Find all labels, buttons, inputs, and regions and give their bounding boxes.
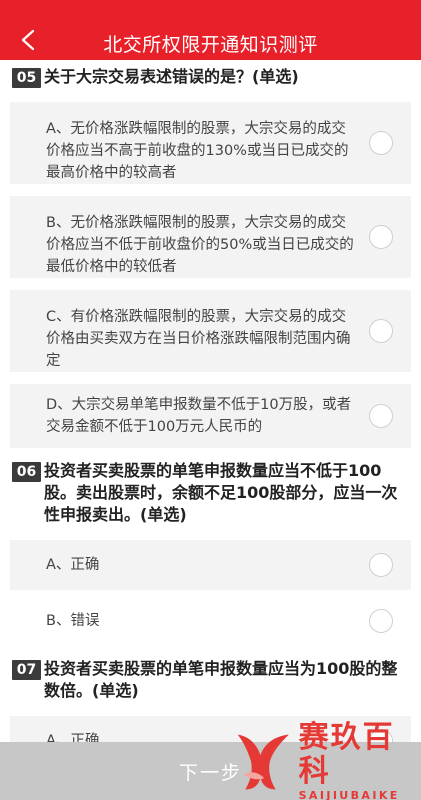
question-number: 06 xyxy=(12,462,41,482)
option-label: C、有价格涨跌幅限制的股票，大宗交易的成交价格由买卖双方在当日价格涨跌幅限制范围… xyxy=(46,309,351,369)
option-05-b[interactable]: B、无价格涨跌幅限制的股票，大宗交易的成交价格应当不低于前收盘价的50%或当日已… xyxy=(10,196,411,278)
radio-button[interactable] xyxy=(369,553,393,577)
page-title: 北交所权限开通知识测评 xyxy=(103,34,318,56)
question-05: 05 关于大宗交易表述错误的是？(单选) xyxy=(0,62,421,88)
watermark-en: SAIJIUBAIKE xyxy=(298,788,400,800)
option-06-a[interactable]: A、正确 xyxy=(10,540,411,590)
option-05-a[interactable]: A、无价格涨跌幅限制的股票，大宗交易的成交价格应当不高于前收盘的130%或当日已… xyxy=(10,102,411,184)
option-05-c[interactable]: C、有价格涨跌幅限制的股票，大宗交易的成交价格由买卖双方在当日价格涨跌幅限制范围… xyxy=(10,290,411,372)
option-label: A、正确 xyxy=(46,557,100,573)
radio-button[interactable] xyxy=(369,319,393,343)
watermark: 赛玖百科 SAIJIUBAIKE xyxy=(232,719,420,800)
question-number: 05 xyxy=(12,68,41,88)
option-05-d[interactable]: D、大宗交易单笔申报数量不低于10万股，或者交易金额不低于100万元人民币的 xyxy=(10,384,411,448)
question-text: 关于大宗交易表述错误的是？(单选) xyxy=(44,67,299,86)
question-text: 投资者买卖股票的单笔申报数量应当不低于100股。卖出股票时，余额不足100股部分… xyxy=(44,461,398,524)
radio-button[interactable] xyxy=(369,225,393,249)
header-bar: 北交所权限开通知识测评 xyxy=(0,0,421,60)
option-label: B、错误 xyxy=(46,613,100,629)
question-number: 07 xyxy=(12,660,41,680)
option-label: B、无价格涨跌幅限制的股票，大宗交易的成交价格应当不低于前收盘价的50%或当日已… xyxy=(46,215,354,275)
whale-tail-logo-icon xyxy=(237,734,289,790)
option-label: A、无价格涨跌幅限制的股票，大宗交易的成交价格应当不高于前收盘的130%或当日已… xyxy=(46,121,349,181)
watermark-cn: 赛玖百科 xyxy=(298,719,395,789)
watermark-text: 赛玖百科 SAIJIUBAIKE xyxy=(298,719,420,800)
option-06-b[interactable]: B、错误 xyxy=(10,596,411,646)
radio-button[interactable] xyxy=(369,609,393,633)
radio-button[interactable] xyxy=(369,404,393,428)
quiz-content: 05 关于大宗交易表述错误的是？(单选) A、无价格涨跌幅限制的股票，大宗交易的… xyxy=(0,62,421,766)
question-06: 06 投资者买卖股票的单笔申报数量应当不低于100股。卖出股票时，余额不足100… xyxy=(0,448,421,526)
question-text: 投资者买卖股票的单笔申报数量应当为100股的整数倍。(单选) xyxy=(44,659,398,700)
radio-button[interactable] xyxy=(369,131,393,155)
option-label: D、大宗交易单笔申报数量不低于10万股，或者交易金额不低于100万元人民币的 xyxy=(46,397,352,435)
question-07: 07 投资者买卖股票的单笔申报数量应当为100股的整数倍。(单选) xyxy=(0,646,421,702)
